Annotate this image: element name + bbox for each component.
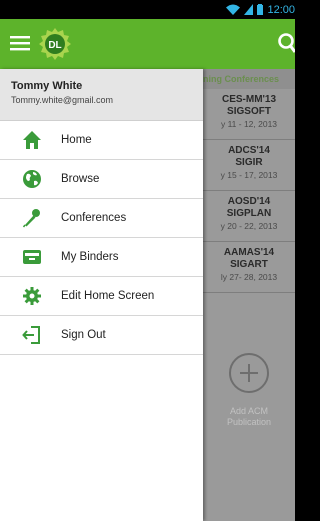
conference-title: CES-MM'13 bbox=[221, 94, 277, 105]
drawer-item-label: My Binders bbox=[61, 251, 119, 263]
conference-dates: y 20 - 22, 2013 bbox=[220, 221, 278, 231]
conference-card[interactable]: ADCS'14 SIGIR y 15 - 17, 2013 bbox=[203, 140, 295, 191]
status-clock: 12:00 bbox=[267, 3, 295, 16]
user-name: Tommy White bbox=[11, 80, 83, 92]
signal-icon bbox=[244, 4, 254, 15]
action-bar: DL bbox=[0, 19, 295, 69]
sign-out-icon bbox=[22, 326, 40, 344]
search-icon[interactable] bbox=[275, 33, 295, 55]
upcoming-conferences-header: ning Conferences bbox=[203, 69, 295, 89]
conference-sig: SIGPLAN bbox=[226, 208, 272, 219]
app-logo-icon[interactable]: DL bbox=[38, 27, 72, 61]
globe-icon bbox=[23, 170, 41, 188]
account-header[interactable]: Tommy White Tommy.white@gmail.com bbox=[0, 69, 203, 121]
conference-card[interactable]: AOSD'14 SIGPLAN y 20 - 22, 2013 bbox=[203, 191, 295, 242]
battery-icon bbox=[257, 4, 264, 15]
add-publication-label: Add ACM Publication bbox=[203, 406, 295, 428]
drawer-item-browse[interactable]: Browse bbox=[0, 160, 203, 199]
drawer-item-edit-home-screen[interactable]: Edit Home Screen bbox=[0, 277, 203, 316]
conference-dates: y 15 - 17, 2013 bbox=[220, 170, 278, 180]
status-bar: 12:00 bbox=[0, 0, 295, 19]
navigation-drawer: Tommy White Tommy.white@gmail.com Home B… bbox=[0, 69, 203, 521]
svg-text:DL: DL bbox=[48, 40, 61, 51]
drawer-item-label: Conferences bbox=[61, 212, 127, 224]
menu-icon[interactable] bbox=[10, 35, 30, 51]
drawer-item-my-binders[interactable]: My Binders bbox=[0, 238, 203, 277]
drawer-item-label: Home bbox=[61, 134, 92, 146]
microphone-icon bbox=[22, 209, 40, 228]
conference-title: AOSD'14 bbox=[227, 196, 271, 207]
conference-dates: ly 27- 28, 2013 bbox=[220, 272, 278, 282]
add-label-line2: Publication bbox=[226, 417, 272, 427]
binder-icon bbox=[23, 250, 41, 264]
conference-title: ADCS'14 bbox=[228, 145, 270, 156]
conference-sig: SIGIR bbox=[235, 157, 263, 168]
conference-card[interactable]: AAMAS'14 SIGART ly 27- 28, 2013 bbox=[203, 242, 295, 293]
conference-dates: y 11 - 12, 2013 bbox=[220, 119, 278, 129]
conference-sig: SIGSOFT bbox=[227, 106, 271, 117]
drawer-item-label: Edit Home Screen bbox=[61, 290, 155, 302]
drawer-item-sign-out[interactable]: Sign Out bbox=[0, 316, 203, 355]
gear-icon bbox=[23, 287, 41, 305]
add-publication-icon[interactable] bbox=[229, 353, 269, 393]
drawer-item-conferences[interactable]: Conferences bbox=[0, 199, 203, 238]
drawer-item-label: Browse bbox=[61, 173, 100, 185]
add-label-line1: Add ACM bbox=[229, 406, 269, 416]
drawer-item-home[interactable]: Home bbox=[0, 121, 203, 160]
conference-sig: SIGART bbox=[230, 259, 268, 270]
conference-card[interactable]: CES-MM'13 SIGSOFT y 11 - 12, 2013 bbox=[203, 89, 295, 140]
conference-title: AAMAS'14 bbox=[223, 247, 275, 258]
drawer-item-label: Sign Out bbox=[61, 329, 106, 341]
home-icon bbox=[23, 131, 41, 149]
user-email: Tommy.white@gmail.com bbox=[11, 95, 113, 105]
wifi-icon bbox=[226, 4, 241, 15]
